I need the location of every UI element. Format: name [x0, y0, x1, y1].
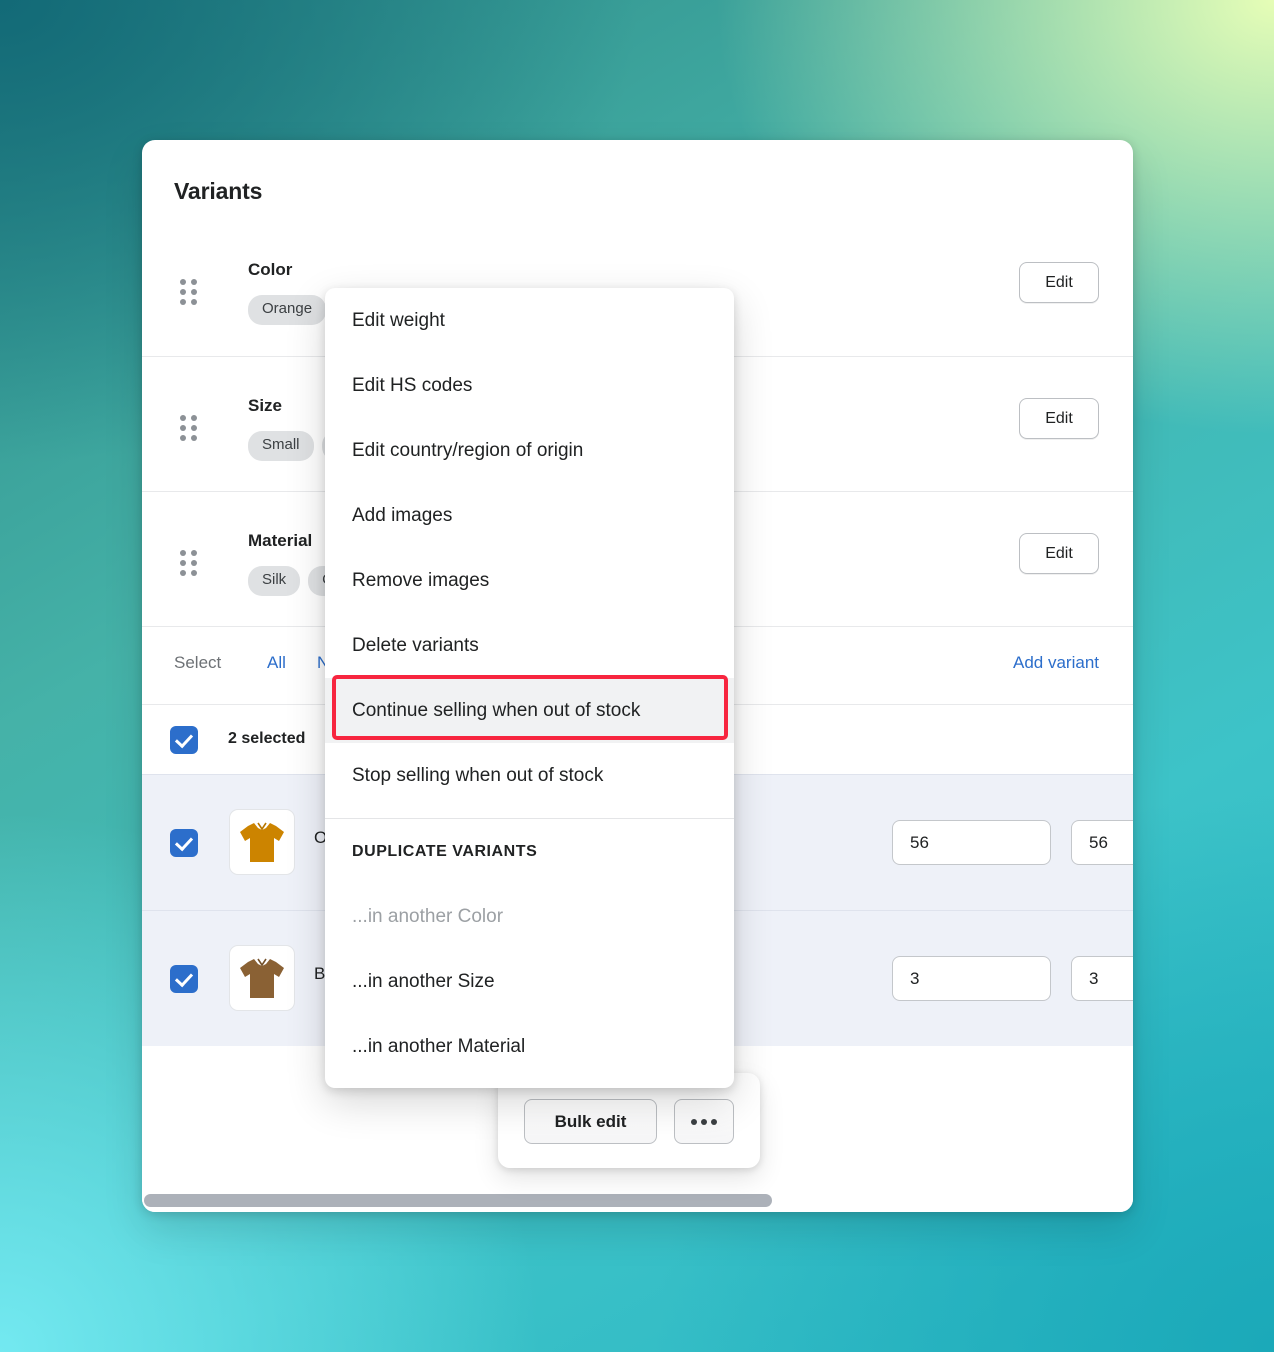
- bulk-actions-menu: Edit weight Edit HS codes Edit country/r…: [325, 288, 734, 1088]
- option-pill: Silk: [248, 566, 301, 596]
- menu-item-edit-country-origin[interactable]: Edit country/region of origin: [325, 418, 734, 483]
- option-pill: Orange: [248, 295, 327, 325]
- select-all-link[interactable]: All: [267, 653, 286, 673]
- menu-item-duplicate-in-another-color: ...in another Color: [352, 905, 504, 927]
- menu-item-duplicate-in-another-material[interactable]: ...in another Material: [325, 1014, 734, 1079]
- drag-handle-icon[interactable]: [180, 550, 198, 576]
- option-name: Color: [248, 260, 293, 279]
- menu-item-add-images[interactable]: Add images: [325, 483, 734, 548]
- menu-item-stop-selling-out-of-stock[interactable]: Stop selling when out of stock: [325, 743, 734, 808]
- tshirt-icon: [240, 822, 284, 862]
- variant-thumbnail[interactable]: [229, 809, 295, 875]
- tshirt-icon: [240, 958, 284, 998]
- horizontal-scrollbar-track[interactable]: [142, 1190, 1133, 1212]
- row-checkbox[interactable]: [170, 965, 198, 993]
- select-label: Select: [174, 653, 222, 672]
- menu-item-remove-images[interactable]: Remove images: [325, 548, 734, 613]
- more-actions-button[interactable]: [674, 1099, 734, 1144]
- option-name: Size: [248, 396, 283, 415]
- edit-option-button[interactable]: Edit: [1019, 398, 1099, 439]
- select-all-checkbox[interactable]: [170, 726, 198, 754]
- add-variant-link[interactable]: Add variant: [1013, 653, 1099, 673]
- ellipsis-icon: [691, 1118, 697, 1125]
- quantity-on-hand-input[interactable]: [1071, 956, 1133, 1001]
- edit-option-button[interactable]: Edit: [1019, 533, 1099, 574]
- menu-item-delete-variants[interactable]: Delete variants: [325, 613, 734, 678]
- ellipsis-icon: [711, 1118, 717, 1125]
- quantity-available-input[interactable]: [892, 820, 1051, 865]
- menu-item-edit-hs-codes[interactable]: Edit HS codes: [325, 353, 734, 418]
- quantity-on-hand-input[interactable]: [1071, 820, 1133, 865]
- selected-count-label: 2 selected: [228, 730, 306, 747]
- page-title: Variants: [174, 178, 263, 204]
- menu-item-edit-weight[interactable]: Edit weight: [325, 288, 734, 353]
- menu-section-title-duplicate-variants: DUPLICATE VARIANTS: [352, 842, 538, 860]
- menu-item-continue-selling-out-of-stock[interactable]: Continue selling when out of stock: [325, 678, 734, 743]
- horizontal-scrollbar-thumb[interactable]: [144, 1194, 772, 1207]
- edit-option-button[interactable]: Edit: [1019, 262, 1099, 303]
- row-checkbox[interactable]: [170, 829, 198, 857]
- menu-item-duplicate-in-another-size[interactable]: ...in another Size: [325, 949, 734, 1014]
- drag-handle-icon[interactable]: [180, 279, 198, 305]
- option-pill: Small: [248, 431, 314, 461]
- bulk-edit-button[interactable]: Bulk edit: [524, 1099, 657, 1144]
- quantity-available-input[interactable]: [892, 956, 1051, 1001]
- ellipsis-icon: [701, 1118, 707, 1125]
- variant-thumbnail[interactable]: [229, 945, 295, 1011]
- drag-handle-icon[interactable]: [180, 415, 198, 441]
- option-name: Material: [248, 531, 313, 550]
